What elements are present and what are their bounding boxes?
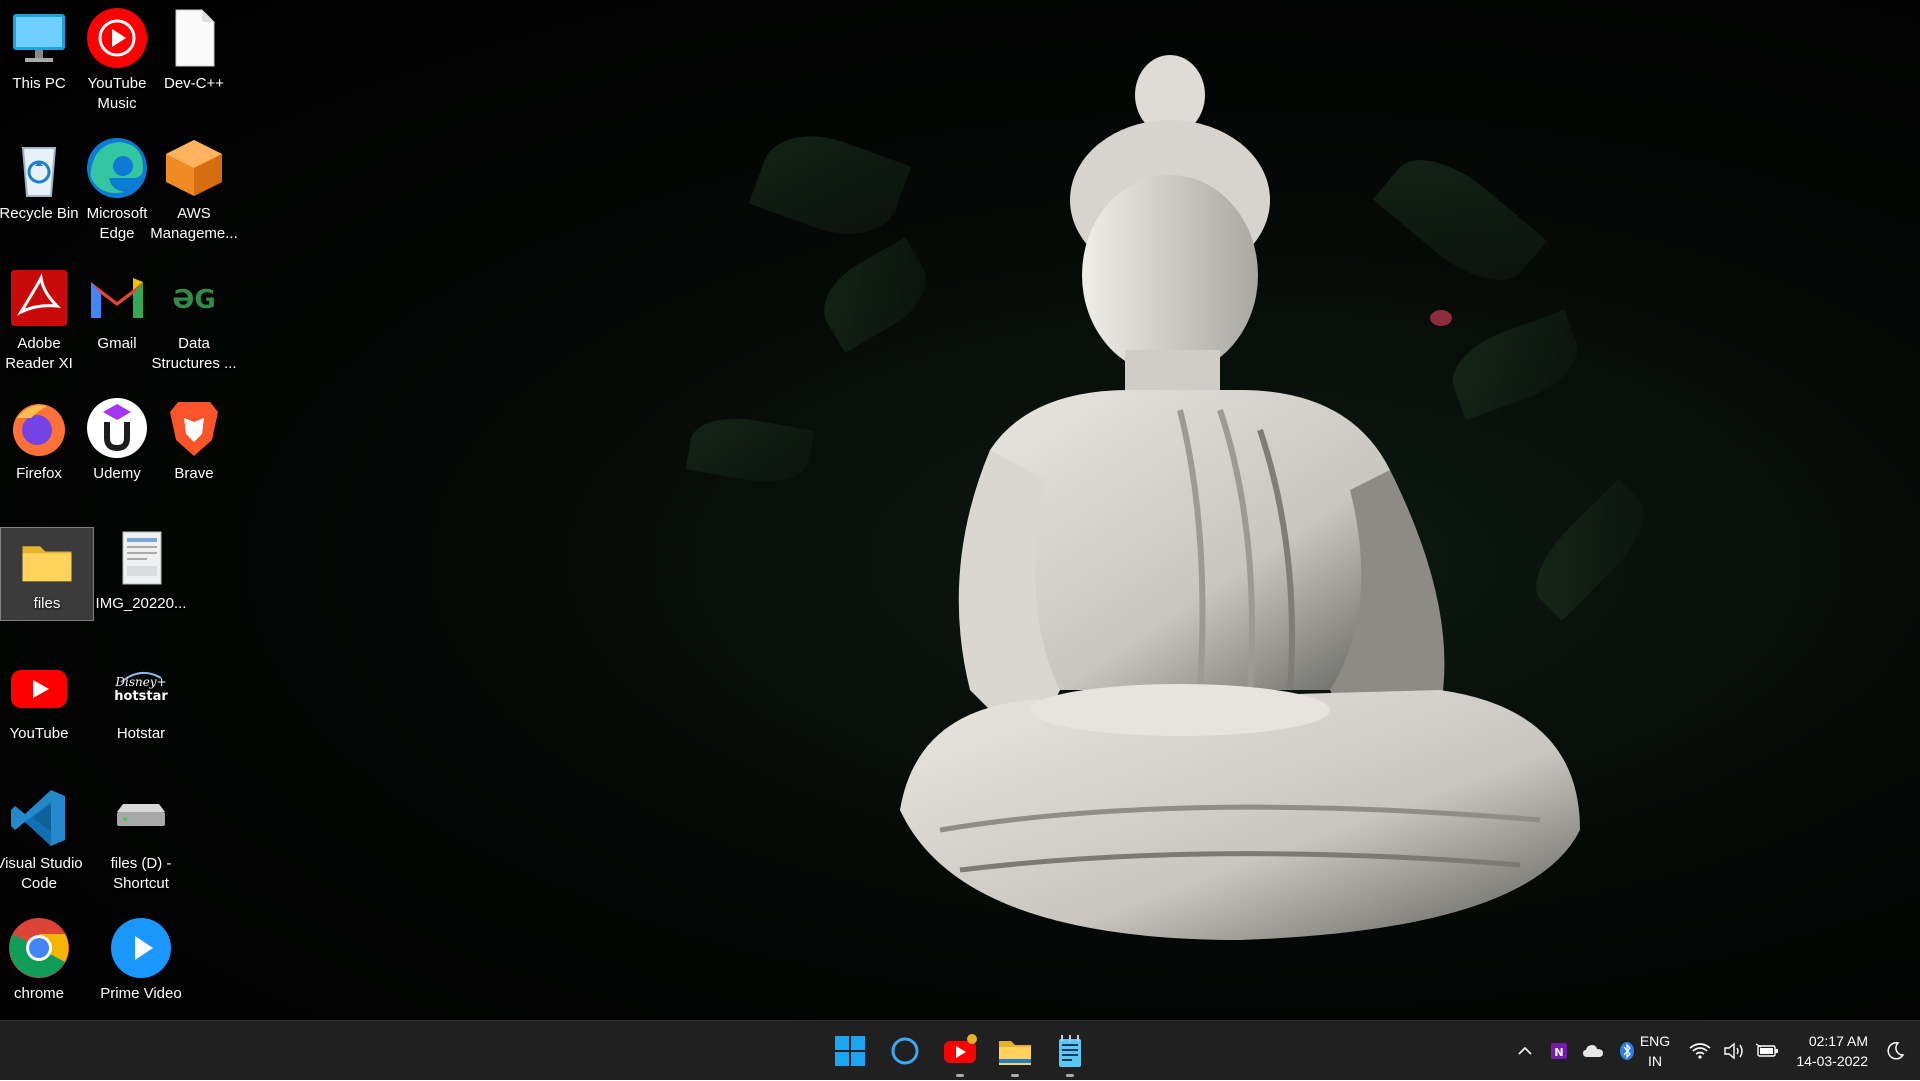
folder-icon <box>19 534 75 590</box>
youtube-icon <box>944 1034 977 1063</box>
running-indicator <box>1066 1074 1074 1077</box>
cortana-icon <box>891 1037 919 1065</box>
desktop-icon-label: Prime Video <box>100 985 182 1002</box>
brave-icon <box>162 396 226 460</box>
adobe-reader-icon <box>7 266 71 330</box>
youtube-icon <box>7 656 71 720</box>
edge-icon <box>85 136 149 200</box>
desktop-icon-label: YouTube <box>9 725 69 742</box>
svg-text:hotstar: hotstar <box>114 689 168 704</box>
drive-shortcut-icon <box>109 786 173 850</box>
wifi-icon[interactable] <box>1688 1039 1712 1063</box>
desktop-icon-label: Hotstar <box>116 725 166 742</box>
svg-text:Disney+: Disney+ <box>114 675 166 689</box>
system-tray-right <box>1683 1021 1785 1081</box>
wallpaper-buddha-statue <box>900 55 1580 940</box>
language-code: ENG <box>1639 1033 1671 1049</box>
start-button[interactable] <box>830 1031 870 1071</box>
taskbar-notepad[interactable] <box>1050 1031 1090 1077</box>
vscode-icon <box>7 786 71 850</box>
taskbar-youtube[interactable] <box>940 1031 980 1077</box>
file-explorer-icon <box>999 1041 1031 1065</box>
cortana-button[interactable] <box>885 1031 925 1071</box>
svg-text:ƏG: ƏG <box>172 285 215 315</box>
blank-file-icon <box>162 6 226 70</box>
wallpaper-foliage <box>685 410 815 490</box>
desktop-icon-label: IMG_20220... <box>95 595 187 612</box>
prime-video-icon <box>109 916 173 980</box>
battery-icon[interactable] <box>1756 1039 1780 1063</box>
taskbar-clock[interactable]: 02:17 AM 14-03-2022 <box>1796 1031 1868 1071</box>
desktop-icon-aws[interactable]: AWS Manageme... <box>147 130 241 244</box>
desktop-icon-youtube[interactable]: YouTube <box>0 650 86 744</box>
desktop-icon-chrome[interactable]: chrome <box>0 910 86 1004</box>
desktop-icon-label: Dev-C++ <box>163 75 225 92</box>
system-tray-left: N <box>1508 1021 1644 1081</box>
desktop-icon-label: chrome <box>13 985 65 1002</box>
chrome-icon <box>7 916 71 980</box>
youtube-music-icon <box>85 6 149 70</box>
chevron-up-icon[interactable] <box>1513 1039 1537 1063</box>
desktop-icon-label: files (D) - Shortcut <box>110 855 172 892</box>
taskbar-file-explorer[interactable] <box>995 1031 1035 1077</box>
monitor-icon <box>7 6 71 70</box>
clock-date: 14-03-2022 <box>1796 1053 1868 1069</box>
recycle-bin-icon <box>7 136 71 200</box>
volume-icon[interactable] <box>1722 1039 1746 1063</box>
desktop-icon-hotstar[interactable]: Disney+ hotstar Hotstar <box>94 650 188 744</box>
notepad-icon <box>1059 1035 1081 1067</box>
udemy-icon <box>85 396 149 460</box>
svg-text:N: N <box>1554 1046 1563 1059</box>
language-indicator[interactable]: ENG IN <box>1635 1031 1675 1071</box>
desktop-icon-label: AWS Manageme... <box>150 205 238 242</box>
aws-cube-icon <box>162 136 226 200</box>
desktop-icon-label: Brave <box>174 465 214 482</box>
desktop-icon-label: Visual Studio Code <box>0 855 83 892</box>
focus-assist-icon[interactable] <box>1884 1040 1906 1062</box>
desktop: This PC YouTube Music Dev-C++ Recycle Bi… <box>0 0 1920 1020</box>
onenote-icon[interactable]: N <box>1547 1039 1571 1063</box>
desktop-icon-files[interactable]: files <box>0 527 94 621</box>
running-indicator <box>956 1074 964 1077</box>
desktop-icon-brave[interactable]: Brave <box>147 390 241 484</box>
desktop-icon-img-file[interactable]: IMG_20220... <box>94 520 188 614</box>
region-code: IN <box>1648 1053 1662 1069</box>
onedrive-icon[interactable] <box>1581 1039 1605 1063</box>
desktop-icon-label: files <box>33 595 61 612</box>
hotstar-icon: Disney+ hotstar <box>109 656 173 720</box>
firefox-icon <box>7 396 71 460</box>
gmail-icon <box>85 266 149 330</box>
taskbar: N ENG IN 02:17 AM 14-03-2022 <box>0 1020 1920 1080</box>
clock-time: 02:17 AM <box>1808 1033 1868 1049</box>
image-file-icon <box>109 526 173 590</box>
desktop-icon-data-structures[interactable]: ƏG Data Structures ... <box>147 260 241 374</box>
desktop-icon-prime-video[interactable]: Prime Video <box>94 910 188 1004</box>
desktop-icon-vscode[interactable]: Visual Studio Code <box>0 780 86 894</box>
gfg-icon: ƏG <box>162 266 226 330</box>
desktop-icon-files-d-shortcut[interactable]: files (D) - Shortcut <box>94 780 188 894</box>
start-icon <box>835 1036 865 1066</box>
desktop-icon-dev-cpp[interactable]: Dev-C++ <box>147 0 241 94</box>
running-indicator <box>1011 1074 1019 1077</box>
desktop-icon-label: Data Structures ... <box>151 335 237 372</box>
